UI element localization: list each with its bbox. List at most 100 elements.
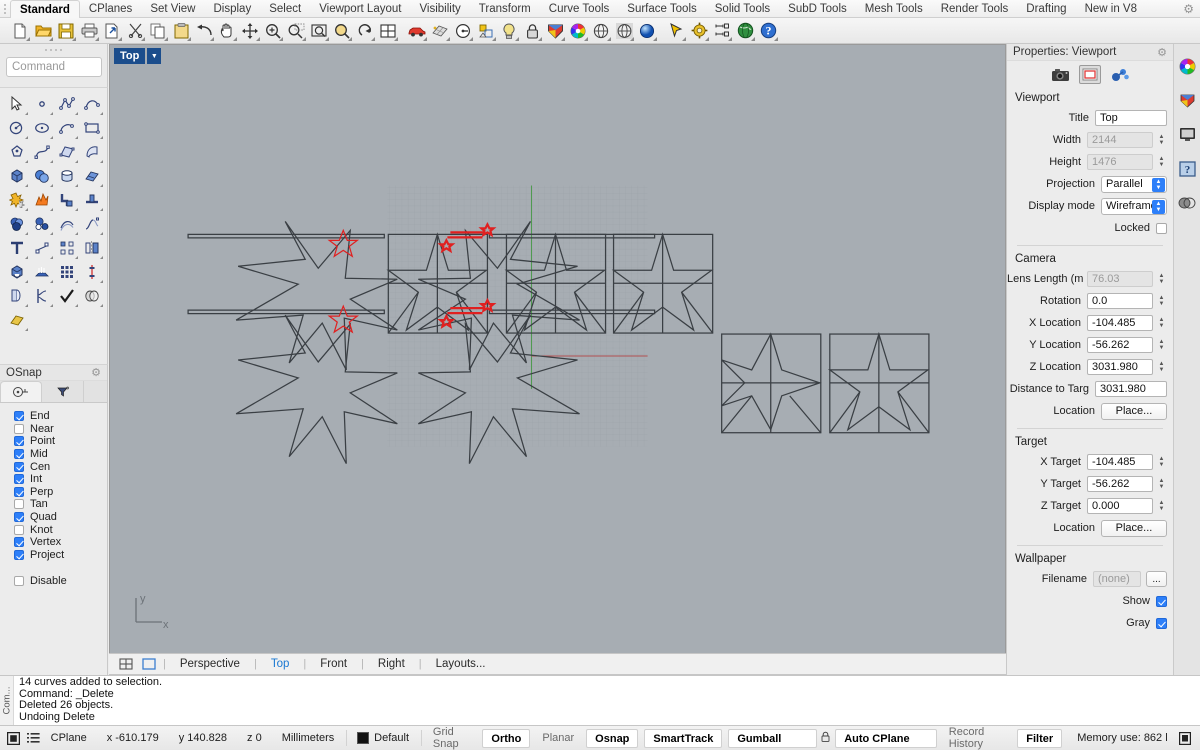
command-input[interactable]: Command [6,57,102,77]
menu-item-mesh-tools[interactable]: Mesh Tools [856,0,932,18]
offset-curve-icon[interactable] [54,212,79,236]
color-wheel-panel-icon[interactable] [1177,56,1198,77]
checkbox-show[interactable] [1156,595,1167,607]
menu-item-display[interactable]: Display [205,0,261,18]
status-toggle-osnap[interactable]: Osnap [584,728,640,748]
osnap-tab-icon[interactable] [0,381,42,402]
new-file-icon[interactable] [9,20,31,42]
stepper-width[interactable]: ▲ ▼ [1156,132,1167,148]
single-viewport-layout-icon[interactable] [140,657,158,671]
units-status[interactable]: Millimeters [272,726,345,750]
input-z-target[interactable]: 0.000 [1087,498,1153,514]
osnap-option-int[interactable]: Int [14,473,107,486]
menu-item-visibility[interactable]: Visibility [410,0,469,18]
undo-icon[interactable] [193,20,215,42]
gear-icon[interactable]: ⚙ [1183,2,1194,16]
current-layer[interactable]: Default [349,726,419,750]
menu-item-subd-tools[interactable]: SubD Tools [779,0,856,18]
arc-icon[interactable] [54,116,79,140]
car-render-icon[interactable] [406,20,428,42]
osnap-disable-checkbox[interactable] [14,576,24,587]
status-toggle-auto-cplane-object[interactable]: Auto CPlane (Object) [821,728,939,748]
osnap-checkbox-tan[interactable] [14,499,24,510]
loft-icon[interactable] [29,260,54,284]
monitor-icon[interactable] [1178,730,1192,746]
explode-icon[interactable] [29,188,54,212]
browse-button[interactable]: ... [1146,571,1167,587]
sphere-solid-icon[interactable] [29,164,54,188]
stepper-x-target[interactable]: ▲ ▼ [1156,454,1167,470]
rotate-view-icon[interactable] [354,20,376,42]
print-icon[interactable] [78,20,100,42]
grid-array-icon[interactable] [54,260,79,284]
cut-icon[interactable] [124,20,146,42]
save-file-icon[interactable] [55,20,77,42]
menu-item-new-in-v8[interactable]: New in V8 [1076,0,1146,18]
settings-gear-icon[interactable] [688,20,710,42]
filter-tab-icon[interactable] [42,381,84,402]
control-points-icon[interactable] [29,236,54,260]
osnap-checkbox-point[interactable] [14,436,24,447]
viewport-tab-perspective[interactable]: Perspective [166,658,254,670]
polyline-icon[interactable] [54,92,79,116]
osnap-checkbox-int[interactable] [14,474,24,485]
export-icon[interactable] [101,20,123,42]
menu-item-curve-tools[interactable]: Curve Tools [540,0,619,18]
menu-item-solid-tools[interactable]: Solid Tools [706,0,779,18]
gear-icon[interactable]: ⚙ [1157,46,1167,59]
polygon-icon[interactable] [4,140,29,164]
status-toggle-grid-snap[interactable]: Grid Snap [425,726,479,750]
menu-item-viewport-layout[interactable]: Viewport Layout [310,0,410,18]
split-icon[interactable] [29,284,54,308]
intersect-icon[interactable] [79,284,104,308]
gear-icon[interactable]: ⚙ [91,366,101,379]
paste-icon[interactable] [170,20,192,42]
checkbox-locked[interactable] [1156,222,1167,234]
viewport-tab-right[interactable]: Right [364,658,419,670]
analysis-icon[interactable] [79,260,104,284]
zoom-extents-icon[interactable] [308,20,330,42]
layers-panel-icon[interactable] [1177,192,1198,213]
clock-icon[interactable] [452,20,474,42]
object-properties-icon[interactable] [1109,65,1131,84]
status-toggle-ortho[interactable]: Ortho [480,728,532,748]
osnap-option-mid[interactable]: Mid [14,448,107,461]
osnap-option-disable[interactable]: Disable [14,575,107,588]
dimension-icon[interactable] [711,20,733,42]
zoom-in-icon[interactable] [262,20,284,42]
four-viewport-layout-icon[interactable] [117,657,135,671]
fillet-icon[interactable] [54,188,79,212]
display-panel-icon[interactable] [1177,124,1198,145]
osnap-checkbox-mid[interactable] [14,449,24,460]
input-rotation[interactable]: 0.0 [1087,293,1153,309]
button-location[interactable]: Place... [1101,519,1167,537]
status-toggle-record-history[interactable]: Record History [941,726,1013,750]
rectangle-icon[interactable] [79,116,104,140]
array-icon[interactable] [54,236,79,260]
four-view-icon[interactable] [377,20,399,42]
osnap-option-knot[interactable]: Knot [14,523,107,536]
environment-icon[interactable] [590,20,612,42]
input-filename[interactable]: (none) [1093,571,1141,587]
viewport-tab-front[interactable]: Front [306,658,361,670]
check-icon[interactable] [54,284,79,308]
menu-item-set-view[interactable]: Set View [141,0,204,18]
menu-item-cplanes[interactable]: CPlanes [80,0,141,18]
input-title[interactable]: Top [1095,110,1167,126]
button-location[interactable]: Place... [1101,402,1167,420]
osnap-checkbox-vertex[interactable] [14,537,24,548]
menu-item-transform[interactable]: Transform [470,0,540,18]
status-toggle-smarttrack[interactable]: SmartTrack [642,728,724,748]
point-icon[interactable] [29,92,54,116]
zoom-window-icon[interactable] [285,20,307,42]
osnap-option-project[interactable]: Project [14,549,107,562]
mirror-icon[interactable] [79,236,104,260]
osnap-checkbox-project[interactable] [14,549,24,560]
open-file-icon[interactable] [32,20,54,42]
osnap-option-cen[interactable]: Cen [14,460,107,473]
input-width[interactable]: 2144 [1087,132,1153,148]
light-bulb-icon[interactable] [498,20,520,42]
status-toggle-gumball-cplane[interactable]: Gumball (CPlane) [726,728,819,748]
select-arrow-icon[interactable] [4,92,29,116]
viewport-top[interactable]: Top ▼ y x [110,45,1005,653]
